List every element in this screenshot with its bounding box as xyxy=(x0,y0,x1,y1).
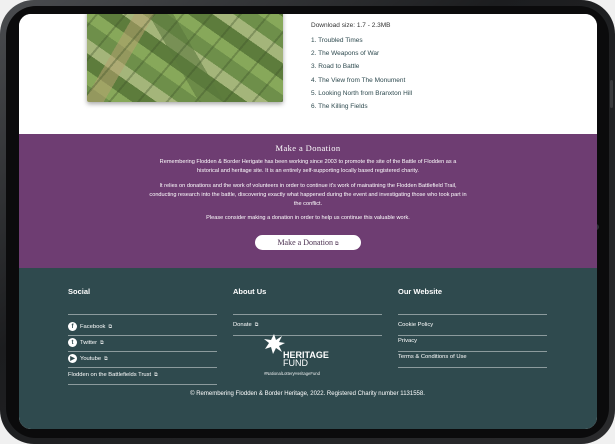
heritage-fund-wordmark: HERITAGE FUND xyxy=(283,351,329,368)
twitter-link[interactable]: t Twitter ⧉ xyxy=(68,338,104,347)
divider xyxy=(68,367,217,368)
about-title: About Us xyxy=(233,287,267,296)
trust-label: Flodden on the Battlefields Trust xyxy=(68,372,152,378)
logo-line: FUND xyxy=(283,358,308,368)
youtube-icon: ▶ xyxy=(68,354,77,363)
divider xyxy=(68,384,217,385)
youtube-link[interactable]: ▶ Youtube ⧉ xyxy=(68,354,108,363)
divider xyxy=(68,314,217,315)
divider xyxy=(233,314,382,315)
divider xyxy=(398,351,547,352)
divider xyxy=(398,367,547,368)
terms-label: Terms & Conditions of Use xyxy=(398,354,467,360)
audio-tour-section: Download size: 1.7 - 2.3MB 1. Troubled T… xyxy=(19,14,597,134)
twitter-label: Twitter xyxy=(80,339,98,346)
track-link[interactable]: 4. The View from The Monument xyxy=(311,74,412,87)
track-link[interactable]: 1. Troubled Times xyxy=(311,34,412,47)
facebook-icon: f xyxy=(68,322,77,331)
track-link[interactable]: 2. The Weapons of War xyxy=(311,47,412,60)
aerial-photo xyxy=(87,14,283,102)
donate-label: Donate xyxy=(233,322,252,328)
external-link-icon: ⧉ xyxy=(100,339,104,346)
make-donation-button[interactable]: Make a Donation ⧉ xyxy=(255,235,361,250)
twitter-icon: t xyxy=(68,338,77,347)
facebook-link[interactable]: f Facebook ⧉ xyxy=(68,322,112,331)
terms-link[interactable]: Terms & Conditions of Use xyxy=(398,354,467,360)
social-title: Social xyxy=(68,287,91,296)
divider xyxy=(398,335,547,336)
cookie-policy-link[interactable]: Cookie Policy xyxy=(398,322,433,328)
external-link-icon: ⧉ xyxy=(104,355,108,362)
privacy-label: Privacy xyxy=(398,338,418,344)
battlefields-trust-link[interactable]: Flodden on the Battlefields Trust ⧉ xyxy=(68,372,158,378)
privacy-link[interactable]: Privacy xyxy=(398,338,417,344)
donation-section: Make a Donation Remembering Flodden & Bo… xyxy=(19,134,597,268)
track-link[interactable]: 3. Road to Battle xyxy=(311,60,412,73)
copyright-text: © Remembering Flodden & Border Heritage,… xyxy=(190,391,425,397)
external-link-icon: ⧉ xyxy=(154,372,158,378)
donation-title: Make a Donation xyxy=(275,143,341,153)
download-size: Download size: 1.7 - 2.3MB xyxy=(311,22,391,29)
logo-hashtag: #NationalLotteryHeritageFund xyxy=(264,371,320,376)
cookie-label: Cookie Policy xyxy=(398,322,434,328)
make-donation-label: Make a Donation xyxy=(277,238,333,247)
donation-paragraph: Please consider making a donation in ord… xyxy=(206,215,410,221)
donation-paragraph: It relies on donations and the work of v… xyxy=(149,183,467,207)
track-link[interactable]: 5. Looking North from Branxton Hill xyxy=(311,87,412,100)
youtube-label: Youtube xyxy=(80,355,102,362)
donation-paragraph: Remembering Flodden & Border Herigate ha… xyxy=(159,159,457,174)
external-link-icon: ⧉ xyxy=(334,242,339,247)
divider xyxy=(398,314,547,315)
track-list: 1. Troubled Times 2. The Weapons of War … xyxy=(311,34,412,113)
external-link-icon: ⧉ xyxy=(108,323,113,330)
website-title: Our Website xyxy=(398,287,443,296)
facebook-label: Facebook xyxy=(80,323,106,330)
track-link[interactable]: 6. The Killing Fields xyxy=(311,100,412,113)
divider xyxy=(68,335,217,336)
divider xyxy=(68,351,217,352)
side-button xyxy=(610,80,613,108)
